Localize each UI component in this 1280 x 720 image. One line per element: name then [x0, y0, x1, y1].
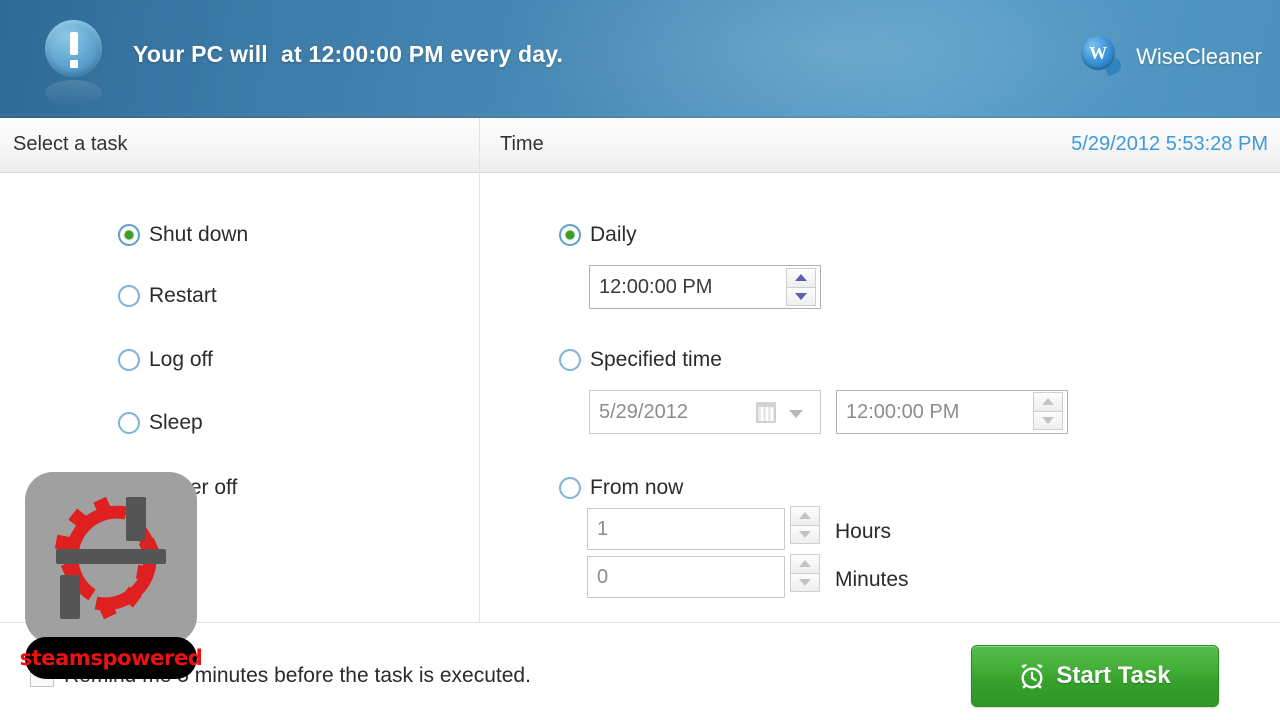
arrow-up-icon: [795, 274, 807, 282]
chevron-down-icon[interactable]: [789, 410, 803, 418]
daily-time-value: 12:00:00 PM: [599, 275, 713, 298]
specified-time-spinner-up[interactable]: [1033, 392, 1063, 412]
wisecleaner-logo-icon: W: [1081, 36, 1124, 78]
select-task-heading: Select a task: [13, 133, 128, 155]
specified-date-input[interactable]: 5/29/2012: [589, 390, 821, 434]
daily-time-spinner[interactable]: [786, 268, 816, 306]
radio-icon-shut-down[interactable]: [118, 224, 140, 246]
radio-icon-sleep[interactable]: [118, 412, 140, 434]
exclamation-dot: [69, 60, 78, 68]
radio-icon-power-off[interactable]: [118, 477, 140, 499]
hours-label: Hours: [835, 520, 892, 543]
minutes-spinner[interactable]: [790, 554, 820, 592]
start-task-button[interactable]: Start Task: [971, 645, 1219, 707]
task-label-restart: Restart: [149, 284, 217, 307]
time-label-specified: Specified time: [590, 348, 722, 371]
time-heading: Time: [500, 133, 544, 155]
hours-spinner-down[interactable]: [790, 525, 820, 544]
time-option-from-now[interactable]: From now: [559, 476, 683, 500]
hours-spinner[interactable]: [790, 506, 820, 544]
radio-icon-log-off[interactable]: [118, 349, 140, 371]
current-datetime: 5/29/2012 5:53:28 PM: [1071, 133, 1268, 155]
brand-name: WiseCleaner: [1136, 44, 1262, 69]
minutes-spinner-up[interactable]: [790, 554, 820, 574]
daily-time-spinner-up[interactable]: [786, 268, 816, 288]
specified-time-spinner[interactable]: [1033, 392, 1063, 430]
app-header: Your PC will at 12:00:00 PM every day. W…: [0, 0, 1280, 118]
specified-time-spinner-down[interactable]: [1033, 411, 1063, 430]
task-option-shut-down[interactable]: Shut down: [118, 223, 248, 247]
specified-time-value: 12:00:00 PM: [846, 400, 960, 423]
arrow-down-icon: [799, 530, 811, 538]
time-label-daily: Daily: [590, 223, 637, 246]
brand: W WiseCleaner: [1081, 36, 1262, 78]
task-label-shut-down: Shut down: [149, 223, 249, 246]
radio-icon-daily[interactable]: [559, 224, 581, 246]
task-option-sleep[interactable]: Sleep: [118, 411, 203, 435]
arrow-down-icon: [1042, 416, 1054, 424]
arrow-up-icon: [799, 560, 811, 568]
task-option-log-off[interactable]: Log off: [118, 348, 213, 372]
task-label-power-off: Power off: [149, 476, 238, 499]
remind-checkbox[interactable]: [30, 663, 54, 687]
daily-time-spinner-down[interactable]: [786, 287, 816, 306]
task-option-power-off[interactable]: Power off: [118, 476, 237, 500]
gear-logo-icon: [42, 489, 180, 627]
arrow-down-icon: [799, 578, 811, 586]
task-option-restart[interactable]: Restart: [118, 284, 217, 308]
remind-label: Remind me 5 minutes before the task is e…: [64, 664, 531, 687]
specified-date-value: 5/29/2012: [599, 400, 688, 423]
task-label-sleep: Sleep: [149, 411, 203, 434]
header-glow: [520, 0, 1160, 118]
arrow-up-icon: [1042, 398, 1054, 406]
task-label-log-off: Log off: [149, 348, 213, 371]
alarm-clock-icon: [1019, 663, 1045, 689]
panel-divider: [479, 118, 480, 622]
exclamation-icon: [45, 20, 102, 77]
hours-value: 1: [597, 517, 609, 540]
radio-icon-restart[interactable]: [118, 285, 140, 307]
logo-letter: W: [1089, 42, 1108, 63]
hours-input[interactable]: 1: [587, 508, 785, 550]
hours-spinner-up[interactable]: [790, 506, 820, 526]
start-task-label: Start Task: [1056, 662, 1171, 689]
minutes-label: Minutes: [835, 568, 909, 591]
minutes-value: 0: [597, 565, 609, 588]
footer-divider: [0, 622, 1280, 623]
radio-icon-specified-time[interactable]: [559, 349, 581, 371]
time-label-from-now: From now: [590, 476, 684, 499]
minutes-input[interactable]: 0: [587, 556, 785, 598]
arrow-down-icon: [795, 292, 807, 300]
exclamation-icon-reflection: [45, 80, 102, 106]
calendar-icon[interactable]: [756, 402, 776, 423]
exclamation-bar: [69, 32, 78, 55]
radio-icon-from-now[interactable]: [559, 477, 581, 499]
scheduler-window: Your PC will at 12:00:00 PM every day. W…: [0, 0, 1280, 720]
header-message: Your PC will at 12:00:00 PM every day.: [133, 41, 564, 67]
time-option-daily[interactable]: Daily: [559, 223, 637, 247]
arrow-up-icon: [799, 512, 811, 520]
minutes-spinner-down[interactable]: [790, 573, 820, 592]
time-option-specified[interactable]: Specified time: [559, 348, 722, 372]
section-header-bar: Select a task Time 5/29/2012 5:53:28 PM: [0, 118, 1280, 173]
